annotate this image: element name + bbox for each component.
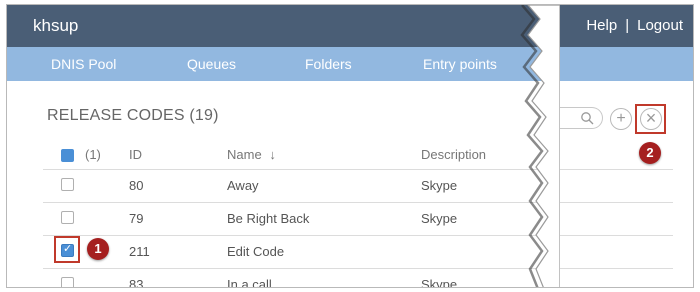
row-name: Be Right Back: [227, 211, 310, 226]
help-link[interactable]: Help: [586, 17, 617, 34]
callout-badge-1: 1: [87, 238, 109, 260]
top-bar: khsup Help | Logout: [7, 5, 693, 47]
row-name: Edit Code: [227, 244, 285, 259]
select-all-checkbox[interactable]: [61, 149, 74, 162]
row-id: 83: [129, 277, 144, 288]
row-id: 211: [129, 244, 150, 259]
table-row[interactable]: 80 Away Skype: [43, 169, 673, 202]
row-description: Skype: [421, 277, 458, 288]
column-header-name-label: Name: [227, 147, 262, 162]
row-description: Skype: [421, 178, 458, 193]
selected-count: (1): [85, 147, 101, 162]
nav-bar: DNIS Pool Queues Folders Entry points: [7, 47, 693, 81]
table-row[interactable]: 83 In a call Skype: [43, 268, 673, 288]
app-window: khsup Help | Logout DNIS Pool Queues Folde…: [6, 4, 694, 288]
sort-arrow-icon: ↓: [269, 147, 276, 162]
search-icon: [581, 112, 594, 125]
link-separator: |: [625, 17, 630, 34]
nav-item-entry-points[interactable]: Entry points: [423, 56, 497, 72]
logout-link[interactable]: Logout: [637, 17, 683, 34]
torn-edge-divider: [520, 5, 560, 287]
row-checkbox[interactable]: [61, 277, 74, 287]
nav-item-queues[interactable]: Queues: [187, 56, 236, 72]
row-id: 79: [129, 211, 144, 226]
row-name: Away: [227, 178, 259, 193]
table-row[interactable]: ✓ 211 Edit Code: [43, 235, 673, 268]
row-id: 80: [129, 178, 144, 193]
nav-item-folders[interactable]: Folders: [305, 56, 352, 72]
close-button[interactable]: ×: [640, 108, 662, 130]
table-row[interactable]: 79 Be Right Back Skype: [43, 202, 673, 235]
page-title: RELEASE CODES (19): [47, 107, 219, 124]
row-checkbox[interactable]: [61, 211, 74, 224]
top-links: Help | Logout: [586, 17, 683, 34]
row-checkbox[interactable]: [61, 178, 74, 191]
column-header-name[interactable]: Name ↓: [227, 147, 276, 162]
row-name: In a call: [227, 277, 272, 288]
row-description: Skype: [421, 211, 458, 226]
add-button[interactable]: +: [610, 108, 632, 130]
nav-item-dnis-pool[interactable]: DNIS Pool: [51, 56, 116, 72]
column-header-description[interactable]: Description: [421, 147, 486, 162]
callout-badge-2: 2: [639, 142, 661, 164]
app-title: khsup: [33, 16, 79, 35]
checkbox-highlight: [54, 236, 80, 263]
column-header-id[interactable]: ID: [129, 147, 142, 162]
